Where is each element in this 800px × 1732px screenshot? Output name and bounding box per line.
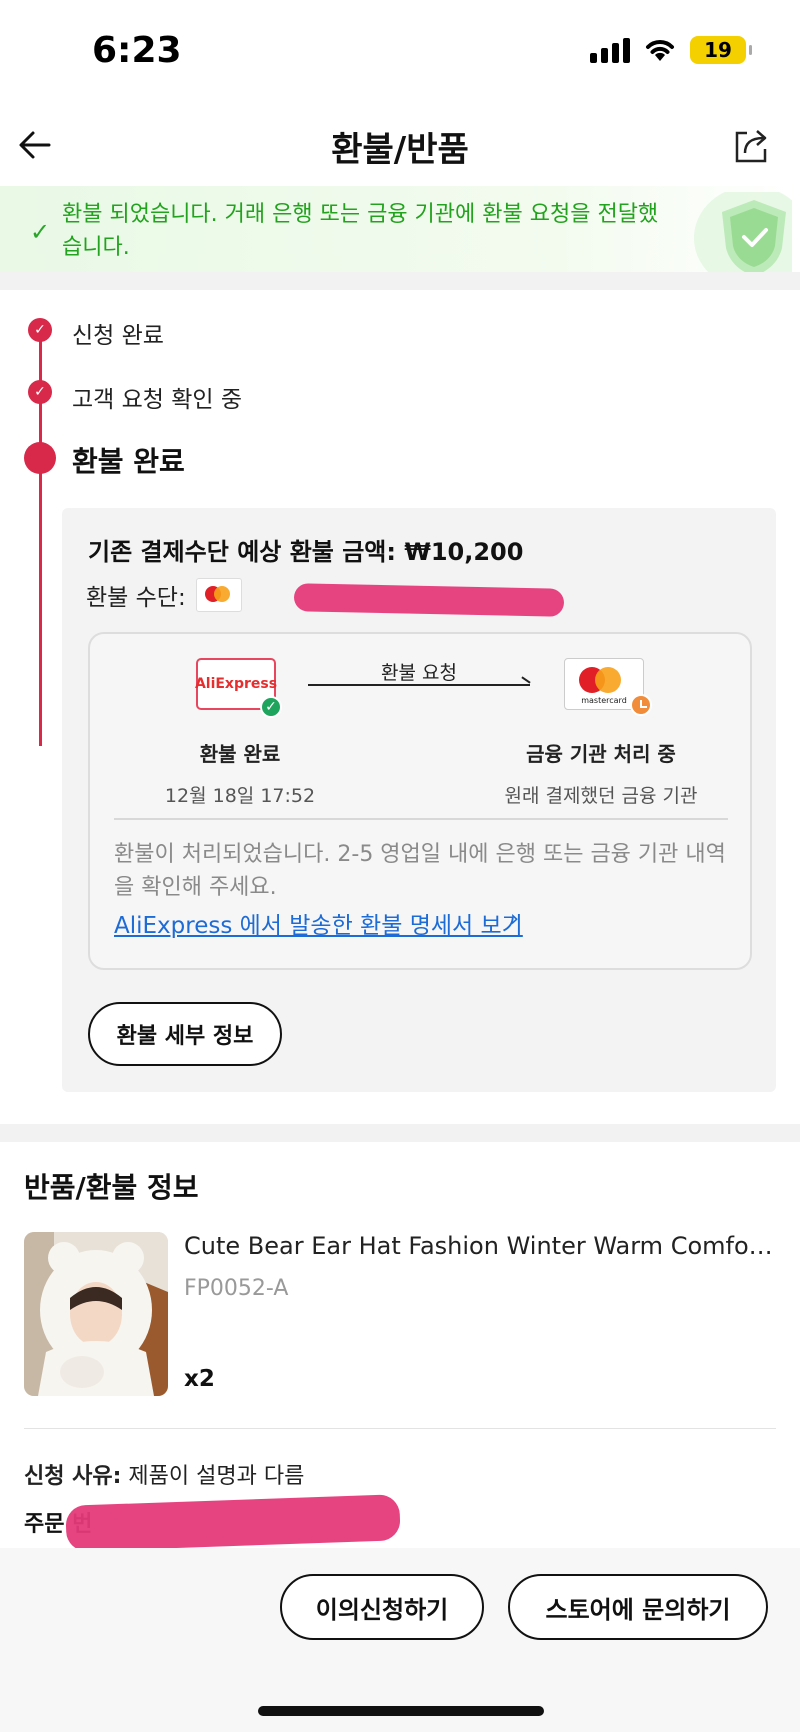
product-quantity: x2 [184,1366,215,1392]
current-step-dot [24,442,56,474]
refund-amount-label: 기존 결제수단 예상 환불 금액: [88,538,396,566]
flow-from-date: 12월 18일 17:52 [164,785,316,807]
wifi-icon [646,40,674,61]
section-gap [0,1124,800,1142]
flow-from-title: 환불 완료 [199,742,281,766]
refund-note: 환불이 처리되었습니다. 2-5 영업일 내에 은행 또는 금융 기관 내역을 … [114,842,726,900]
status-bar: 6:23 19 [0,0,800,106]
check-icon: ✓ [28,380,52,404]
refund-card: 기존 결제수단 예상 환불 금액: ₩10,200 환불 수단: AliExpr… [62,508,776,1092]
check-icon: ✓ [260,696,282,718]
clock-icon [630,694,652,716]
product-image[interactable] [24,1232,168,1396]
timeline-step-label: 환불 완료 [72,445,185,478]
status-icons: 19 [590,36,752,64]
timeline-step: ✓ 고객 요청 확인 중 [0,380,600,420]
banner-message: 환불 되었습니다. 거래 은행 또는 금융 기관에 환불 요청을 전달했습니다. [62,202,659,260]
contact-store-button[interactable]: 스토어에 문의하기 [508,1574,768,1640]
refund-amount: 기존 결제수단 예상 환불 금액: ₩10,200 [88,532,523,567]
return-reason-label: 신청 사유: [24,1464,122,1489]
home-indicator[interactable] [258,1706,544,1716]
refund-flow: AliExpress ✓ 환불 요청 mastercard 환불 완료 12월 … [88,632,752,970]
bottom-action-bar: 이의신청하기 스토어에 문의하기 [0,1548,800,1732]
chevron-right-icon[interactable]: › [510,906,519,932]
refund-statement-link[interactable]: AliExpress 에서 발송한 환불 명세서 보기 [114,906,523,940]
flow-from: 환불 완료 12월 18일 17:52 [130,738,350,808]
share-icon [735,130,767,163]
divider [114,818,728,820]
shield-check-icon [694,192,792,272]
flow-to-title: 금융 기관 처리 중 [526,742,676,766]
product-photo [24,1232,168,1396]
arrow-right-icon [308,684,530,686]
check-icon: ✓ [28,318,52,342]
nav-bar: 환불/반품 [0,106,800,186]
flow-arrow-label: 환불 요청 [381,662,457,684]
redaction-mark [65,1494,401,1552]
product-name[interactable]: Cute Bear Ear Hat Fashion Winter Warm Co… [184,1232,774,1260]
refund-method-label: 환불 수단: [86,585,186,611]
page-title: 환불/반품 [331,130,469,170]
flow-to-sub: 원래 결제했던 금융 기관 [504,785,698,807]
check-icon: ✓ [30,218,51,246]
status-time: 6:23 [92,30,182,71]
divider [24,1428,776,1429]
refund-method: 환불 수단: [86,578,242,612]
refund-details-button[interactable]: 환불 세부 정보 [88,1002,282,1066]
success-banner: ✓ 환불 되었습니다. 거래 은행 또는 금융 기관에 환불 요청을 전달했습니… [0,186,800,272]
mastercard-icon [195,578,242,612]
section-title: 반품/환불 정보 [24,1171,199,1204]
flow-to: 금융 기관 처리 중 원래 결제했던 금융 기관 [476,738,726,808]
product-sku: FP0052-A [184,1276,289,1301]
timeline-step: ✓ 신청 완료 [0,316,600,356]
return-reason: 신청 사유: 제품이 설명과 다름 [24,1458,304,1490]
return-reason-value: 제품이 설명과 다름 [128,1464,305,1489]
redaction-mark [293,583,565,617]
timeline-step-label: 고객 요청 확인 중 [72,387,243,413]
appeal-button[interactable]: 이의신청하기 [280,1574,484,1640]
signal-icon [590,37,630,63]
timeline-step-label: 신청 완료 [72,323,164,349]
refund-amount-value: ₩10,200 [404,538,524,566]
share-button[interactable] [726,120,776,170]
section-gap [0,272,800,290]
timeline-step-current: 환불 완료 [0,442,600,482]
battery-indicator: 19 [690,36,752,64]
